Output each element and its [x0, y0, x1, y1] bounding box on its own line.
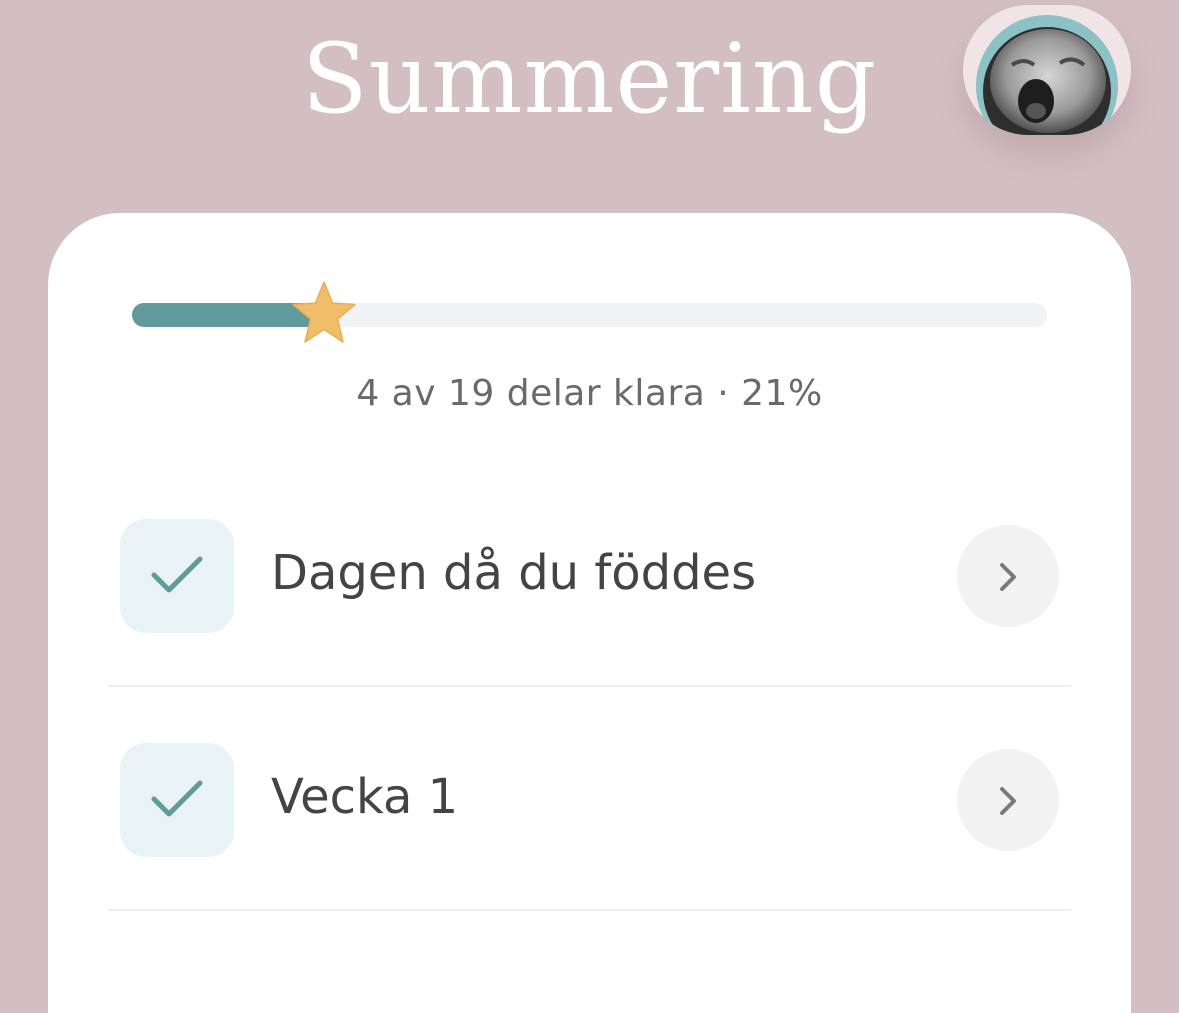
- list-item[interactable]: Vecka 1: [108, 687, 1071, 911]
- progress-text: 4 av 19 delar klara · 21%: [356, 373, 823, 414]
- progress-bar: [132, 281, 1047, 343]
- checkmark-icon: [151, 556, 203, 593]
- open-section-button[interactable]: [957, 749, 1059, 851]
- completed-checkbox: [120, 743, 234, 857]
- header: Summering: [0, 0, 1179, 200]
- baby-photo-avatar-icon: [976, 15, 1118, 135]
- list-item-label: Vecka 1: [271, 769, 459, 825]
- open-section-button[interactable]: [957, 525, 1059, 627]
- completed-checkbox: [120, 519, 234, 633]
- checkmark-icon: [151, 780, 203, 817]
- list-item[interactable]: Dagen då du föddes: [108, 463, 1071, 687]
- avatar-button[interactable]: [963, 5, 1131, 135]
- section-list: Dagen då du föddes Vecka 1: [108, 463, 1071, 911]
- list-item-label: Dagen då du föddes: [271, 545, 757, 601]
- avatar: [976, 15, 1118, 135]
- chevron-right-icon: [1000, 787, 1016, 815]
- chevron-right-icon: [1000, 563, 1016, 591]
- star-icon: [292, 281, 356, 343]
- summary-card: 4 av 19 delar klara · 21% Dagen då du fö…: [48, 213, 1131, 1013]
